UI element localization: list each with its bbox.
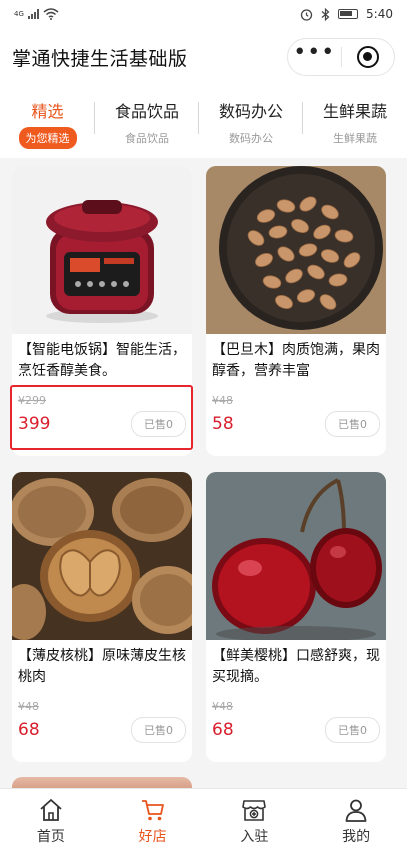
- sold-count-badge: 已售0: [325, 411, 380, 437]
- almonds-image: [206, 166, 386, 334]
- price-row: 58 已售0: [206, 407, 386, 437]
- product-price: 58: [212, 414, 234, 434]
- cherries-image: [206, 472, 386, 640]
- battery-icon: [338, 9, 359, 19]
- more-button[interactable]: •••: [288, 39, 341, 75]
- nav-join[interactable]: 入驻: [204, 789, 306, 853]
- nav-mine[interactable]: 我的: [305, 789, 407, 853]
- highlight-annotation: [10, 385, 193, 450]
- nav-label: 首页: [36, 829, 65, 845]
- original-price: ¥48: [18, 700, 39, 713]
- original-price: ¥48: [212, 700, 233, 713]
- tab-sub-label: 数码办公: [229, 132, 273, 145]
- network-type: 4G: [14, 10, 24, 18]
- tab-sub-badge: 为您精选: [18, 127, 77, 149]
- tab-label: 精选: [31, 102, 64, 121]
- product-price: 68: [18, 720, 40, 740]
- nav-home[interactable]: 首页: [0, 789, 102, 853]
- tab-fresh-produce[interactable]: 生鲜果蔬 生鲜果蔬: [303, 90, 407, 154]
- status-bar: 4G 5:40: [0, 0, 407, 28]
- more-dots-icon: •••: [293, 40, 336, 65]
- nav-good-shop[interactable]: 好店: [102, 789, 204, 853]
- product-card[interactable]: 【巴旦木】肉质饱满，果肉醇香，营养丰富 ¥48 58 已售0: [206, 166, 386, 456]
- title-bar: 掌通快捷生活基础版 •••: [0, 28, 407, 86]
- product-name: 【薄皮核桃】原味薄皮生核桃肉: [18, 648, 186, 685]
- store-add-icon: [242, 800, 267, 821]
- sold-count-badge: 已售0: [131, 717, 186, 743]
- nav-label: 我的: [342, 829, 371, 845]
- miniprogram-capsule: •••: [287, 38, 395, 76]
- tab-label: 生鲜果蔬: [322, 102, 387, 121]
- price-row: 68 已售0: [12, 713, 192, 743]
- product-price: 68: [212, 720, 234, 740]
- next-product-card-peek[interactable]: [12, 777, 192, 788]
- product-card[interactable]: 【薄皮核桃】原味薄皮生核桃肉 ¥48 68 已售0: [12, 472, 192, 762]
- tab-featured[interactable]: 精选 为您精选: [0, 90, 95, 154]
- wifi-icon: [43, 8, 59, 20]
- price-row: 68 已售0: [206, 713, 386, 743]
- product-name: 【智能电饭锅】智能生活，烹饪香醇美食。: [18, 342, 186, 379]
- tab-label: 食品饮品: [114, 102, 179, 121]
- cart-icon: [141, 800, 164, 821]
- tab-label: 数码办公: [218, 102, 283, 121]
- product-card[interactable]: 【鲜美樱桃】口感舒爽，现买现摘。 ¥48 68 已售0: [206, 472, 386, 762]
- target-icon: [356, 46, 379, 68]
- tab-digital-office[interactable]: 数码办公 数码办公: [199, 90, 303, 154]
- home-icon: [40, 799, 62, 821]
- bluetooth-icon: [321, 7, 330, 21]
- rice-cooker-image: [12, 166, 192, 334]
- alarm-icon: [300, 8, 313, 21]
- tab-sub-label: 生鲜果蔬: [333, 132, 377, 145]
- walnuts-image: [12, 472, 192, 640]
- sold-count-badge: 已售0: [325, 717, 380, 743]
- status-time: 5:40: [366, 7, 393, 21]
- original-price: ¥48: [212, 394, 233, 407]
- nav-label: 好店: [138, 829, 167, 845]
- tab-sub-label: 食品饮品: [125, 132, 169, 145]
- close-button[interactable]: [342, 39, 395, 75]
- bottom-nav: 首页 好店 入驻 我的: [0, 788, 407, 853]
- nav-label: 入驻: [240, 829, 269, 845]
- product-name: 【鲜美樱桃】口感舒爽，现买现摘。: [212, 648, 380, 685]
- tab-food-drinks[interactable]: 食品饮品 食品饮品: [95, 90, 199, 154]
- category-tabs: 精选 为您精选 食品饮品 食品饮品 数码办公 数码办公 生鲜果蔬 生鲜果蔬: [0, 90, 407, 154]
- page-title: 掌通快捷生活基础版: [12, 47, 188, 70]
- signal-icon: [27, 9, 39, 19]
- product-name: 【巴旦木】肉质饱满，果肉醇香，营养丰富: [212, 342, 380, 379]
- user-icon: [345, 799, 367, 822]
